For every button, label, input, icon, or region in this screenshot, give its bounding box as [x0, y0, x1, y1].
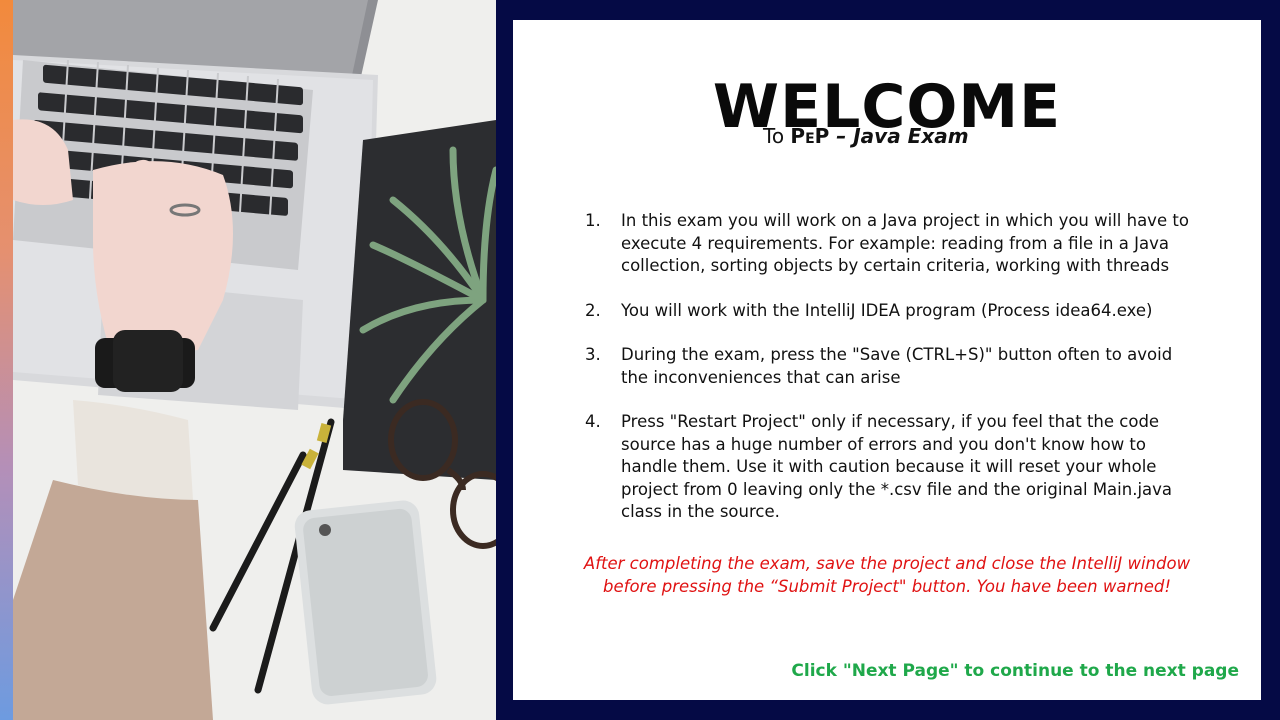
welcome-screen: WELCOME To PeP – Java Exam 1. In this ex…: [0, 0, 1280, 720]
laptop-desk-photo: [13, 0, 496, 720]
instruction-item: 1. In this exam you will work on a Java …: [583, 210, 1203, 278]
instruction-item: 3. During the exam, press the "Save (CTR…: [583, 344, 1203, 389]
instruction-number: 4.: [585, 412, 601, 431]
hero-photo: [13, 0, 496, 720]
page-subtitle: To PeP – Java Exam: [763, 124, 969, 148]
warning-message: After completing the exam, save the proj…: [553, 552, 1221, 598]
instruction-item: 4. Press "Restart Project" only if neces…: [583, 411, 1203, 524]
subtitle-rest: – Java Exam: [829, 124, 969, 148]
instruction-number: 2.: [585, 300, 601, 320]
instructions-list: 1. In this exam you will work on a Java …: [583, 210, 1203, 546]
warning-line-2: before pressing the “Submit Project" but…: [603, 577, 1171, 596]
subtitle-exam-name: PeP – Java Exam: [790, 124, 968, 148]
accent-strip: [0, 0, 13, 720]
instruction-text: During the exam, press the "Save (CTRL+S…: [621, 345, 1173, 387]
instruction-item: 2. You will work with the IntelliJ IDEA …: [583, 300, 1203, 323]
instruction-text: Press "Restart Project" only if necessar…: [621, 412, 1173, 521]
instruction-number: 3.: [585, 345, 601, 364]
instruction-text: In this exam you will work on a Java pro…: [621, 211, 1189, 275]
welcome-card: WELCOME To PeP – Java Exam 1. In this ex…: [513, 20, 1261, 700]
instruction-number: 1.: [585, 211, 601, 230]
next-page-hint: Click "Next Page" to continue to the nex…: [791, 661, 1239, 681]
subtitle-to: To: [763, 124, 791, 148]
instruction-text: You will work with the IntelliJ IDEA pro…: [621, 300, 1153, 320]
warning-line-1: After completing the exam, save the proj…: [583, 554, 1191, 573]
subtitle-pep: PeP: [790, 124, 830, 148]
